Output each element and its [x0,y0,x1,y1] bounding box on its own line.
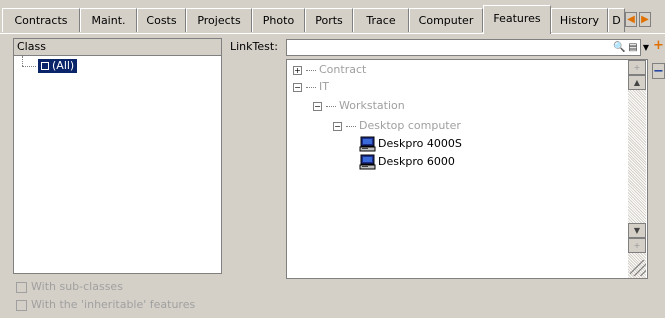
tab-scroll-right-button[interactable]: ▶ [639,12,651,27]
tab-computer[interactable]: Computer [409,8,483,32]
tree-node-label: Desktop computer [359,119,461,132]
tree-node-it[interactable]: − IT [293,79,329,95]
tab-photo[interactable]: Photo [252,8,305,32]
linktest-input[interactable] [286,39,641,56]
vertical-scrollbar[interactable]: + ▲ ▼ + [628,60,646,278]
scroll-down-button[interactable]: ▼ [628,223,646,238]
collapse-icon[interactable]: − [313,101,322,111]
remove-feature-button[interactable]: − [652,63,665,79]
tree-node-label: Deskpro 4000S [378,137,462,150]
tab-ports[interactable]: Ports [305,8,353,32]
plus-icon: + [633,63,641,72]
checkbox-box[interactable] [16,299,27,311]
arrow-left-icon: ◀ [627,14,635,25]
view-list-icon[interactable]: ▤ [626,40,640,55]
linktest-label: LinkTest: [230,40,278,53]
tree-node-label: Workstation [339,99,405,112]
collapse-icon[interactable]: − [293,82,302,92]
tree-connector [306,86,316,88]
scroll-bottom-button[interactable]: + [628,238,646,253]
class-column-header[interactable]: Class [14,39,221,56]
tree-connector [22,56,24,66]
arrow-right-icon: ▶ [641,14,649,25]
tree-node-deskpro-4000s[interactable]: Deskpro 4000S [359,136,462,152]
tree-node-deskpro-6000[interactable]: Deskpro 6000 [359,154,455,170]
with-subclasses-checkbox[interactable]: With sub-classes [16,280,123,294]
tab-history[interactable]: History [551,8,608,32]
computer-icon [359,154,376,170]
tree-node-contract[interactable]: + Contract [293,62,366,78]
class-item-label: (All) [52,59,75,72]
class-tree-panel[interactable]: Class (All) [13,38,222,274]
tree-connector [306,69,316,71]
tree-connector [346,125,356,127]
tab-projects[interactable]: Projects [186,8,252,32]
tab-divider [0,33,665,34]
class-node-icon [41,62,49,70]
feature-tree-panel[interactable]: + Contract − IT − Workstation − Desktop comp… [286,59,648,279]
add-feature-button[interactable]: + [652,38,665,54]
tree-connector [22,66,36,68]
arrow-down-icon: ▼ [633,226,641,235]
checkbox-box[interactable] [16,281,27,293]
scroll-top-button[interactable]: + [628,60,646,75]
tree-node-workstation[interactable]: − Workstation [313,98,405,114]
tab-trace[interactable]: Trace [353,8,409,32]
tree-connector [326,105,336,107]
tree-node-desktop-computer[interactable]: − Desktop computer [333,118,461,134]
resize-grip[interactable] [630,260,646,276]
tab-features[interactable]: Features [483,5,551,34]
checkbox-label: With the 'inheritable' features [31,298,196,311]
class-item-all[interactable]: (All) [38,59,78,73]
tree-node-label: Contract [319,63,367,76]
collapse-icon[interactable]: − [333,121,342,131]
chevron-down-icon[interactable]: ▼ [641,40,651,55]
with-inheritable-checkbox[interactable]: With the 'inheritable' features [16,298,195,312]
tab-contracts[interactable]: Contracts [2,8,80,32]
tree-node-label: Deskpro 6000 [378,155,455,168]
arrow-up-icon: ▲ [633,78,641,87]
tab-maint[interactable]: Maint. [80,8,137,32]
tab-costs[interactable]: Costs [137,8,186,32]
minus-icon: − [653,64,664,79]
plus-icon: + [653,38,664,53]
tab-bar: Contracts Maint. Costs Projects Photo Po… [0,0,665,34]
scroll-up-button[interactable]: ▲ [628,75,646,90]
plus-icon: + [633,241,641,250]
tree-node-label: IT [319,80,329,93]
tab-d[interactable]: D [608,8,625,32]
tab-scroll-left-button[interactable]: ◀ [625,12,637,27]
search-icon[interactable]: 🔍 [613,40,625,55]
checkbox-label: With sub-classes [31,280,123,293]
expand-icon[interactable]: + [293,65,302,75]
computer-icon [359,136,376,152]
